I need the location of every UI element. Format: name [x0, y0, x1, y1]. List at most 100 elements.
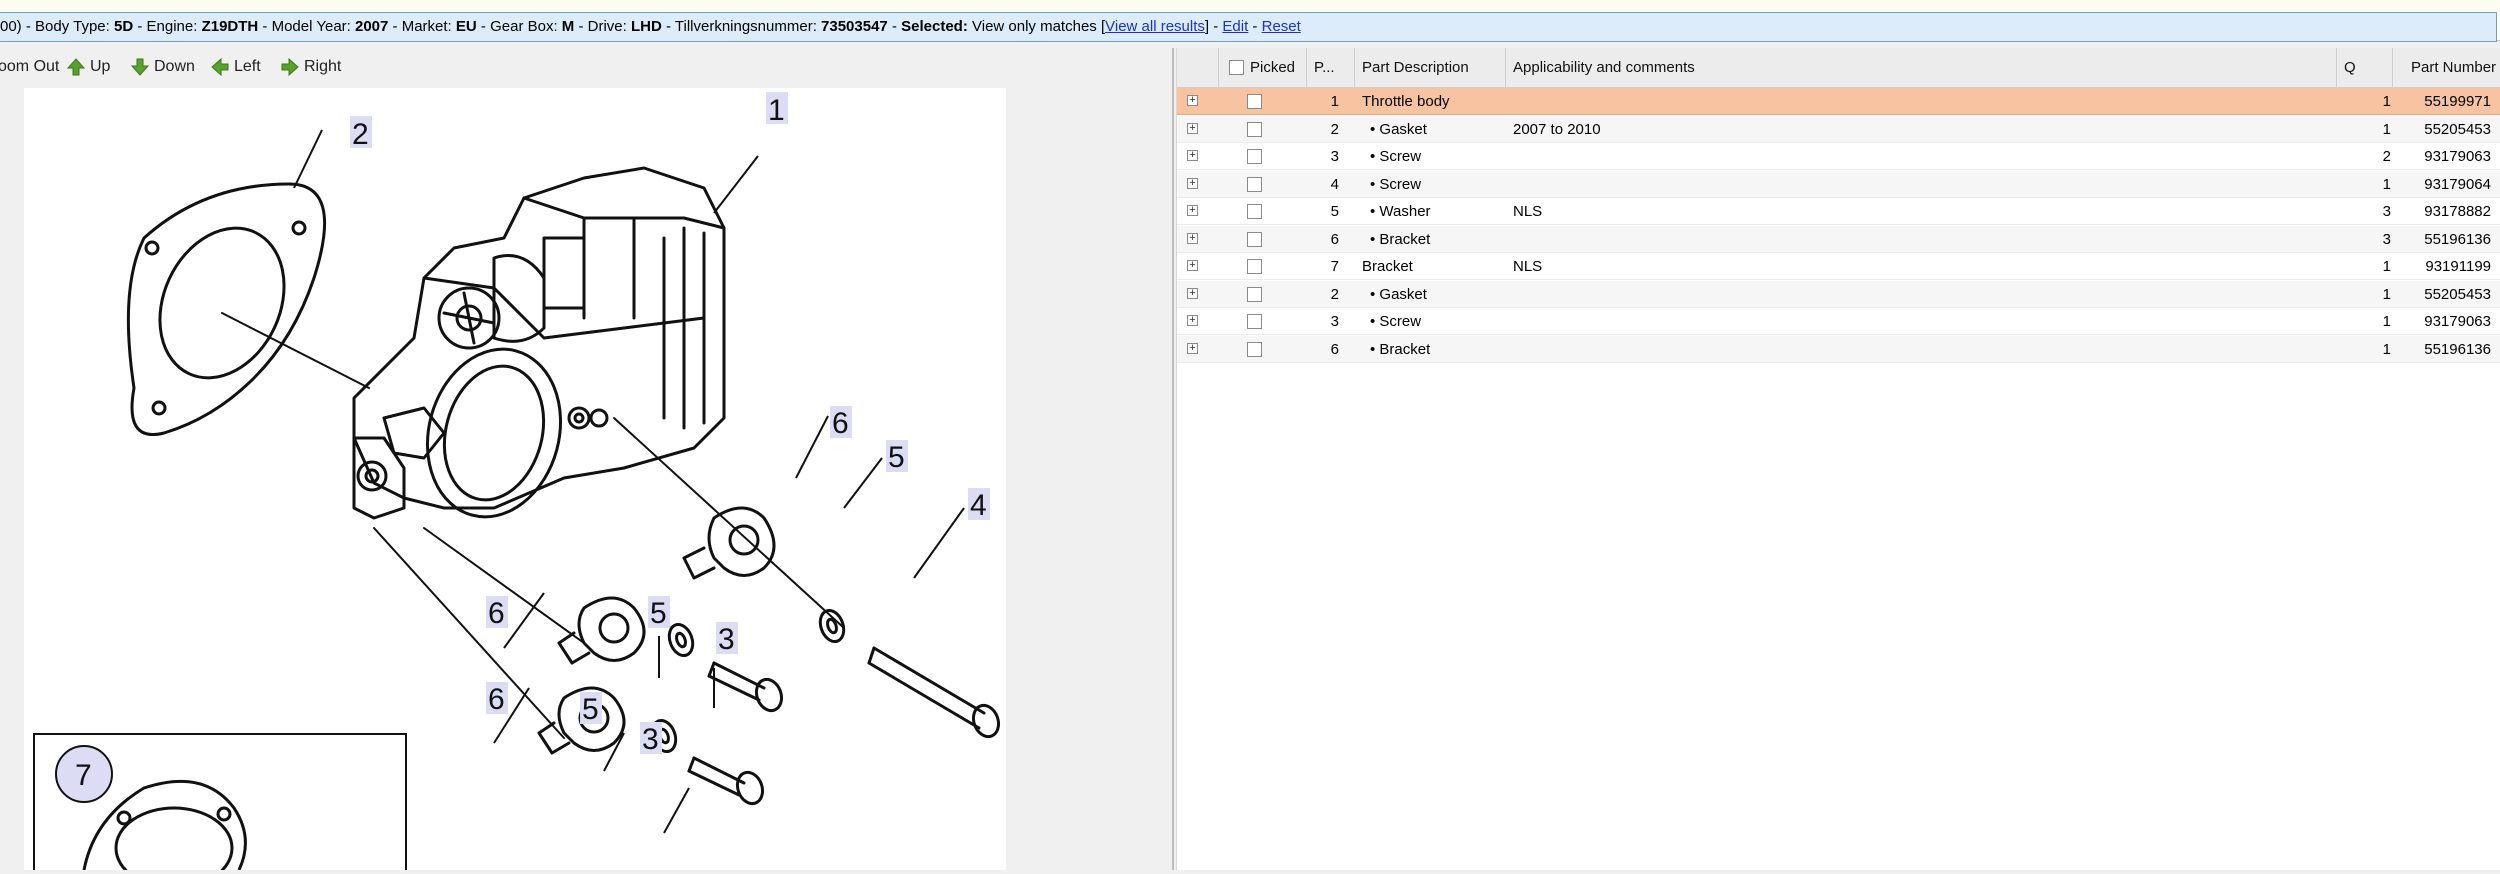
picked-checkbox[interactable]	[1247, 314, 1262, 329]
picked-checkbox[interactable]	[1247, 286, 1262, 302]
picked-checkbox[interactable]	[1247, 149, 1262, 164]
expand-row-icon[interactable]: +	[1187, 205, 1198, 216]
part-number-cell: 93179063	[2424, 313, 2491, 330]
table-row[interactable]: +5 • Washer NLS 3 93178882	[1177, 198, 2500, 225]
exploded-view-diagram[interactable]: 2 1 6 5 4 6 5 3 6 5 3 7	[24, 88, 1006, 874]
right-label: Right	[304, 58, 342, 75]
part-number-cell: 93179064	[2424, 175, 2491, 193]
callout-7: 7	[75, 759, 92, 792]
part-number-cell: 55205453	[2424, 120, 2491, 138]
applicability-cell: NLS	[1513, 258, 1543, 275]
applicability-cell	[1513, 171, 1913, 198]
throttle-body-illustration: 2 1 6 5 4 6 5 3 6 5 3 7	[33, 92, 1001, 874]
picked-checkbox[interactable]	[1247, 259, 1262, 274]
reset-link[interactable]: Reset	[1262, 18, 1301, 35]
table-row[interactable]: +1 Throttle body 1 55199971	[1177, 88, 2500, 115]
info-field-label: Market:	[401, 18, 452, 35]
arrow-left-icon	[210, 57, 234, 76]
expand-row-icon[interactable]: +	[1187, 177, 1198, 189]
position-cell: 4	[1330, 175, 1339, 193]
quantity-cell: 1	[2382, 285, 2391, 303]
callout-5c: 5	[582, 693, 599, 726]
callout-5a: 5	[888, 441, 905, 474]
table-row[interactable]: +3 • Screw 2 93179063	[1177, 143, 2500, 170]
callout-1: 1	[768, 94, 785, 127]
callout-6b: 6	[488, 597, 505, 630]
part-number-cell: 93178882	[2424, 203, 2491, 220]
quantity-cell: 1	[2382, 313, 2391, 330]
left-button[interactable]: Left	[210, 54, 261, 80]
position-cell: 5	[1330, 203, 1339, 220]
callout-6a: 6	[832, 407, 849, 440]
picked-checkbox[interactable]	[1247, 176, 1262, 192]
expand-row-icon[interactable]: +	[1187, 315, 1198, 326]
table-header: Picked P... Part Description Applicabili…	[1177, 48, 2500, 88]
up-button[interactable]: Up	[66, 54, 110, 80]
info-field-label: Engine:	[146, 18, 198, 35]
parts-diagram-area: 2 1 6 5 4 6 5 3 6 5 3 7	[0, 88, 1172, 874]
callout-6c: 6	[488, 683, 505, 716]
header-position[interactable]: P...	[1307, 48, 1355, 87]
callout-3a: 3	[718, 623, 735, 656]
down-label: Down	[154, 58, 195, 75]
part-number-cell: 93191199	[2425, 258, 2491, 275]
description-cell: • Bracket	[1370, 340, 1431, 358]
diagram-toolbar: oom Out Up Down Left Right	[0, 48, 1172, 88]
zoom-out-button[interactable]: oom Out	[0, 54, 59, 80]
table-row[interactable]: +2 • Gasket 1 55205453	[1177, 280, 2500, 308]
description-cell: • Gasket	[1370, 120, 1427, 138]
picked-checkbox[interactable]	[1247, 121, 1262, 137]
applicability-cell	[1513, 281, 1913, 308]
picked-checkbox[interactable]	[1247, 94, 1262, 109]
quantity-cell: 2	[2382, 148, 2391, 165]
header-expand-col	[1177, 48, 1219, 87]
view-all-results-link[interactable]: View all results	[1105, 18, 1205, 35]
picked-checkbox[interactable]	[1247, 341, 1262, 357]
selected-filter-text: View only matches	[972, 18, 1097, 35]
applicability-cell	[1513, 88, 1913, 115]
description-cell: • Bracket	[1370, 230, 1431, 248]
description-cell: • Washer	[1370, 203, 1431, 220]
expand-row-icon[interactable]: +	[1187, 287, 1198, 299]
expand-row-icon[interactable]: +	[1187, 150, 1198, 161]
table-row[interactable]: +4 • Screw 1 93179064	[1177, 170, 2500, 198]
info-field-label: Gear Box:	[490, 18, 558, 35]
expand-row-icon[interactable]: +	[1187, 342, 1198, 354]
expand-row-icon[interactable]: +	[1187, 122, 1198, 134]
left-label: Left	[234, 58, 261, 75]
part-number-cell: 55196136	[2424, 230, 2491, 248]
edit-link[interactable]: Edit	[1222, 18, 1248, 35]
callout-2: 2	[352, 118, 369, 151]
part-number-cell: 55199971	[2424, 93, 2491, 110]
header-part-number[interactable]: Part Number	[2393, 48, 2500, 87]
table-row[interactable]: +7 Bracket NLS 1 93191199	[1177, 253, 2500, 280]
header-picked[interactable]: Picked	[1219, 48, 1307, 87]
table-row[interactable]: +6 • Bracket 1 55196136	[1177, 335, 2500, 363]
quantity-cell: 3	[2382, 230, 2391, 248]
picked-checkbox[interactable]	[1247, 204, 1262, 219]
expand-row-icon[interactable]: +	[1187, 95, 1198, 106]
table-row[interactable]: +2 • Gasket 2007 to 2010 1 55205453	[1177, 115, 2500, 143]
right-button[interactable]: Right	[280, 54, 341, 80]
panel-splitter[interactable]	[1172, 48, 1174, 870]
down-button[interactable]: Down	[130, 54, 195, 80]
header-quantity[interactable]: Q	[2337, 48, 2393, 87]
zoom-out-label: oom Out	[0, 58, 60, 75]
info-field-value: M	[561, 18, 575, 35]
header-part-description[interactable]: Part Description	[1355, 48, 1506, 87]
select-all-checkbox[interactable]	[1229, 60, 1244, 75]
part-number-cell: 93179063	[2424, 148, 2491, 165]
table-row[interactable]: +3 • Screw 1 93179063	[1177, 308, 2500, 335]
part-number-cell: 55196136	[2424, 340, 2491, 358]
selected-label: Selected:	[901, 18, 968, 35]
quantity-cell: 1	[2382, 258, 2391, 275]
position-cell: 3	[1330, 313, 1339, 330]
description-cell: • Screw	[1370, 175, 1422, 193]
header-applicability[interactable]: Applicability and comments	[1506, 48, 2337, 87]
expand-row-icon[interactable]: +	[1187, 260, 1198, 271]
table-row[interactable]: +6 • Bracket 3 55196136	[1177, 225, 2500, 253]
expand-row-icon[interactable]: +	[1187, 232, 1198, 244]
position-cell: 2	[1330, 120, 1339, 138]
picked-checkbox[interactable]	[1247, 231, 1262, 247]
parts-list-panel: Picked P... Part Description Applicabili…	[1177, 48, 2500, 870]
